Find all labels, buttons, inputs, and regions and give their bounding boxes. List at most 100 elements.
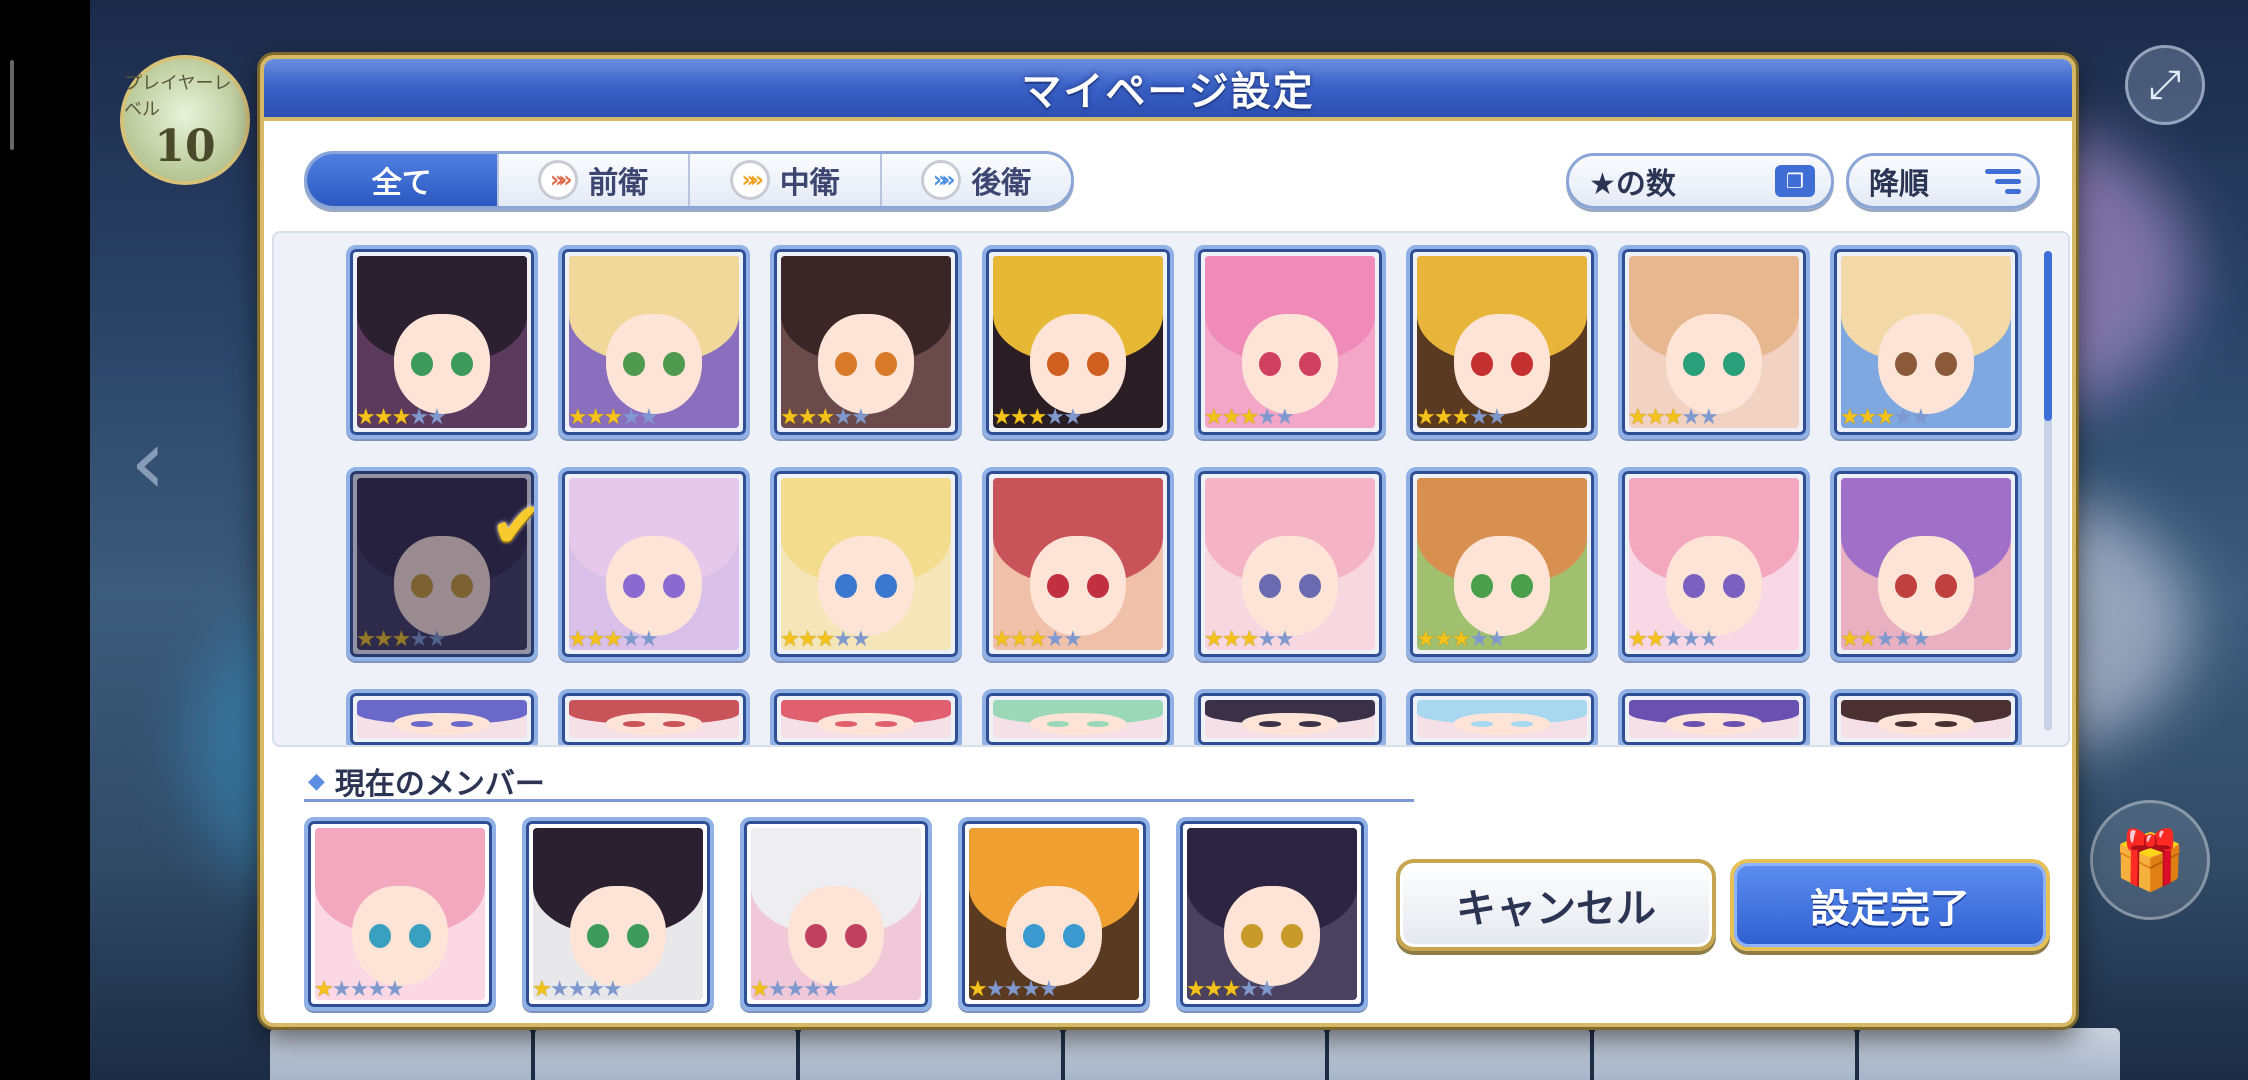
member-card[interactable]: ★★★★★ xyxy=(958,817,1150,1011)
character-card[interactable]: ★★★★★ xyxy=(982,467,1174,661)
portrait-eye xyxy=(1086,352,1109,377)
portrait-eye xyxy=(1934,574,1957,599)
sort-order-button[interactable]: 降順 xyxy=(1846,153,2040,209)
star-filled-icon: ★ xyxy=(750,977,770,1002)
star-filled-icon: ★ xyxy=(585,405,606,430)
star-empty-icon: ★ xyxy=(1486,627,1507,652)
character-card[interactable] xyxy=(1406,689,1598,745)
expand-icon[interactable]: ⤢ xyxy=(2125,45,2205,125)
star-empty-icon: ★ xyxy=(602,977,623,1002)
present-icon[interactable]: 🎁 xyxy=(2090,800,2210,920)
mypage-settings-dialog: マイページ設定 全て »» 前衛 »» 中衛 »» 後衛 ★の数 ❐ 降順 ★★… xyxy=(260,55,2076,1027)
star-filled-icon: ★ xyxy=(1645,627,1666,652)
character-portrait xyxy=(993,478,1163,650)
portrait-face xyxy=(1030,712,1126,735)
portrait-eye xyxy=(874,574,897,599)
character-card[interactable]: ★★★★★ xyxy=(1830,467,2022,661)
nav-item[interactable] xyxy=(799,1028,1061,1080)
member-card[interactable]: ★★★★★ xyxy=(522,817,714,1011)
character-card[interactable]: ★★★★★ xyxy=(1618,467,1810,661)
star-filled-icon: ★ xyxy=(373,405,394,430)
character-card[interactable] xyxy=(1194,689,1386,745)
nav-item[interactable] xyxy=(1064,1028,1326,1080)
device-left-bar xyxy=(0,0,90,1080)
character-card[interactable]: ★★★★★ xyxy=(1830,245,2022,439)
star-filled-icon: ★ xyxy=(356,405,376,430)
member-card[interactable]: ★★★★★ xyxy=(1176,817,1368,1011)
member-card[interactable]: ★★★★★ xyxy=(304,817,496,1011)
character-portrait xyxy=(357,256,527,428)
chevron-left-icon[interactable]: ‹ xyxy=(130,410,166,515)
character-portrait xyxy=(1205,700,1375,738)
star-filled-icon: ★ xyxy=(1416,627,1436,652)
grid-scrollbar[interactable] xyxy=(2044,251,2052,731)
nav-item[interactable] xyxy=(1859,1028,2121,1080)
character-card[interactable]: ★★★★★ xyxy=(558,467,750,661)
nav-item[interactable] xyxy=(270,1028,531,1080)
portrait-face xyxy=(818,314,914,415)
character-card[interactable]: ★★★★★ xyxy=(1194,467,1386,661)
member-card[interactable]: ★★★★★ xyxy=(740,817,932,1011)
star-filled-icon: ★ xyxy=(1239,627,1259,652)
character-card[interactable]: ★★★★★ xyxy=(558,245,750,439)
character-card[interactable] xyxy=(982,689,1174,745)
nav-item[interactable] xyxy=(1329,1028,1591,1080)
dialog-title: マイページ設定 xyxy=(1021,69,1315,115)
star-empty-icon: ★ xyxy=(985,977,1006,1002)
sort-key-button[interactable]: ★の数 ❐ xyxy=(1566,153,1834,209)
character-card[interactable] xyxy=(1618,689,1810,745)
character-grid[interactable]: ★★★★★ ★★★★★ ★★★★★ ★★★★★ ★★★★★ ★★★★★ ★★★★★ ★★★★★… xyxy=(272,231,2070,747)
portrait-eye xyxy=(874,352,897,377)
star-rating: ★★★★★ xyxy=(968,977,1059,1002)
cancel-button[interactable]: キャンセル xyxy=(1396,859,1716,951)
portrait-face xyxy=(352,886,448,987)
player-level-badge[interactable]: プレイヤーレベル 10 xyxy=(120,55,250,185)
character-card[interactable]: ★★★★★ xyxy=(346,245,538,439)
portrait-eye xyxy=(1047,721,1070,727)
character-card[interactable]: ★★★★★ xyxy=(982,245,1174,439)
diamond-icon: ◆ xyxy=(308,768,325,794)
character-card[interactable]: ★★★★★ xyxy=(1406,245,1598,439)
members-divider xyxy=(304,799,1414,802)
portrait-eye xyxy=(1062,924,1085,949)
filter-middle[interactable]: »» 中衛 xyxy=(690,154,882,206)
portrait-face xyxy=(1666,536,1762,637)
star-rating: ★★★★★ xyxy=(532,977,623,1002)
star-filled-icon: ★ xyxy=(568,627,588,652)
character-card[interactable]: ★★★★★ xyxy=(1406,467,1598,661)
star-empty-icon: ★ xyxy=(621,627,641,652)
nav-item[interactable] xyxy=(534,1028,796,1080)
filter-back-label: 後衛 xyxy=(971,166,1032,201)
star-filled-icon: ★ xyxy=(1416,405,1436,430)
character-card[interactable]: ★★★★★ xyxy=(770,245,962,439)
character-card[interactable]: ★★★★★ xyxy=(770,467,962,661)
confirm-button[interactable]: 設定完了 xyxy=(1730,859,2050,951)
filter-all[interactable]: 全て xyxy=(307,154,499,206)
portrait-face xyxy=(394,536,490,637)
star-empty-icon: ★ xyxy=(1257,627,1277,652)
character-card[interactable] xyxy=(770,689,962,745)
filter-back[interactable]: »» 後衛 xyxy=(881,154,1071,206)
character-card[interactable] xyxy=(346,689,538,745)
scrollbar-thumb[interactable] xyxy=(2044,251,2052,421)
star-filled-icon: ★ xyxy=(1875,405,1895,430)
nav-item[interactable] xyxy=(1594,1028,1856,1080)
sort-key-icon: ❐ xyxy=(1775,165,1815,197)
star-empty-icon: ★ xyxy=(549,977,570,1002)
sort-descending-icon xyxy=(1985,168,2021,194)
character-card[interactable]: ★★★★★✔ xyxy=(346,467,538,661)
character-card[interactable] xyxy=(1830,689,2022,745)
filter-front[interactable]: »» 前衛 xyxy=(498,154,690,206)
character-card[interactable]: ★★★★★ xyxy=(1194,245,1386,439)
portrait-eye xyxy=(662,721,685,727)
character-card[interactable]: ★★★★★ xyxy=(1618,245,1810,439)
character-card[interactable] xyxy=(558,689,750,745)
portrait-eye xyxy=(450,352,473,377)
portrait-face xyxy=(1224,886,1320,987)
filter-middle-label: 中衛 xyxy=(779,166,840,201)
character-portrait xyxy=(993,700,1163,738)
portrait-face xyxy=(1454,314,1550,415)
star-empty-icon: ★ xyxy=(331,977,352,1002)
star-empty-icon: ★ xyxy=(1910,405,1931,430)
star-filled-icon: ★ xyxy=(1204,405,1224,430)
